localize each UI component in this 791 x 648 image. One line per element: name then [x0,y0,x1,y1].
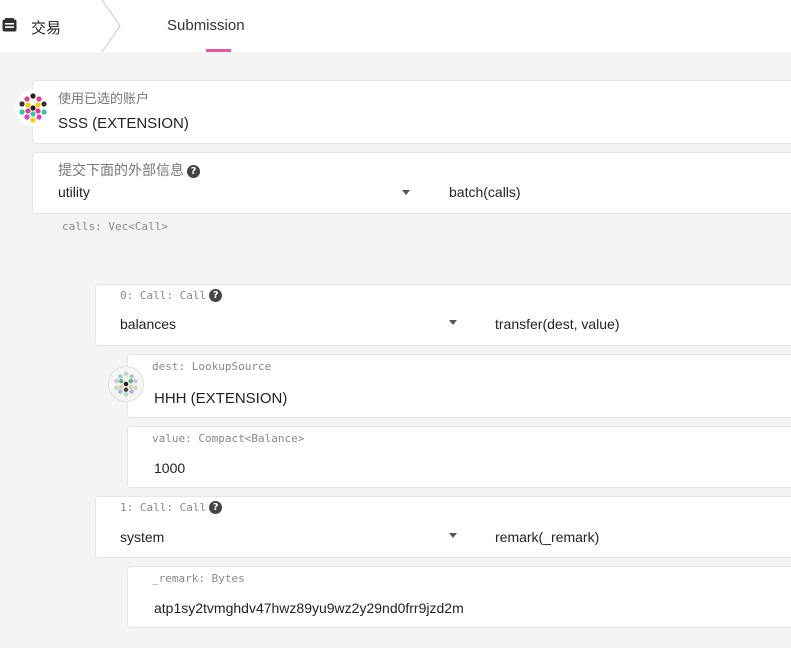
extrinsic-label-text: 提交下面的外部信息 [58,162,184,178]
caret-down-icon[interactable] [402,190,410,195]
account-value: SSS (EXTENSION) [58,115,189,132]
calls-param-label: calls: Vec<Call> [62,220,168,233]
account-label: 使用已选的账户 [58,91,150,106]
caret-down-icon[interactable] [449,533,457,538]
value-field[interactable]: value: Compact<Balance> 1000 [127,426,791,488]
remark-field[interactable]: _remark: Bytes atp1sy2tvmghdv47hwz89yu9w… [127,566,791,628]
dest-account-field[interactable]: dest: LookupSource HHH (EXTENSION) [127,354,791,418]
call-1-module-select[interactable]: system [120,529,164,545]
page-title[interactable]: 交易 [31,17,61,38]
value-label: value: Compact<Balance> [152,432,305,445]
dest-identicon-icon [108,366,144,402]
remark-input[interactable]: atp1sy2tvmghdv47hwz89yu9wz2y29nd0frr9jzd… [154,600,464,616]
call-0-label: 0: Call: Call? [120,289,223,302]
dest-value: HHH (EXTENSION) [154,390,288,407]
help-icon[interactable]: ? [187,165,200,178]
call-0-module-select[interactable]: balances [120,316,176,332]
extrinsic-label: 提交下面的外部信息? [58,160,200,180]
value-input[interactable]: 1000 [154,460,185,476]
call-1-method-select[interactable]: remark(_remark) [495,529,599,545]
extrinsic-module-select[interactable]: utility [58,184,90,200]
account-identicon-icon [15,90,51,126]
dest-label: dest: LookupSource [152,360,272,373]
help-icon[interactable]: ? [209,501,223,514]
tab-submission[interactable]: Submission [167,17,245,34]
account-selector[interactable]: 使用已选的账户 SSS (EXTENSION) [32,80,791,144]
top-tab-bar: 交易 Submission [0,0,791,52]
breadcrumb-chevron-icon [101,0,121,52]
call-0-label-text: 0: Call: Call [120,289,207,302]
transfer-box-icon [2,18,17,32]
call-0-selector: 0: Call: Call? balances transfer(dest, v… [95,284,791,346]
help-icon[interactable]: ? [209,289,223,302]
extrinsic-selector: 提交下面的外部信息? utility batch(calls) [32,152,791,214]
extrinsic-method-select[interactable]: batch(calls) [449,184,521,200]
call-1-selector: 1: Call: Call? system remark(_remark) [95,496,791,558]
call-1-label-text: 1: Call: Call [120,501,207,514]
call-0-method-select[interactable]: transfer(dest, value) [495,316,620,332]
caret-down-icon[interactable] [449,320,457,325]
remark-label: _remark: Bytes [152,572,245,585]
call-1-label: 1: Call: Call? [120,501,223,514]
active-tab-indicator [206,49,231,52]
